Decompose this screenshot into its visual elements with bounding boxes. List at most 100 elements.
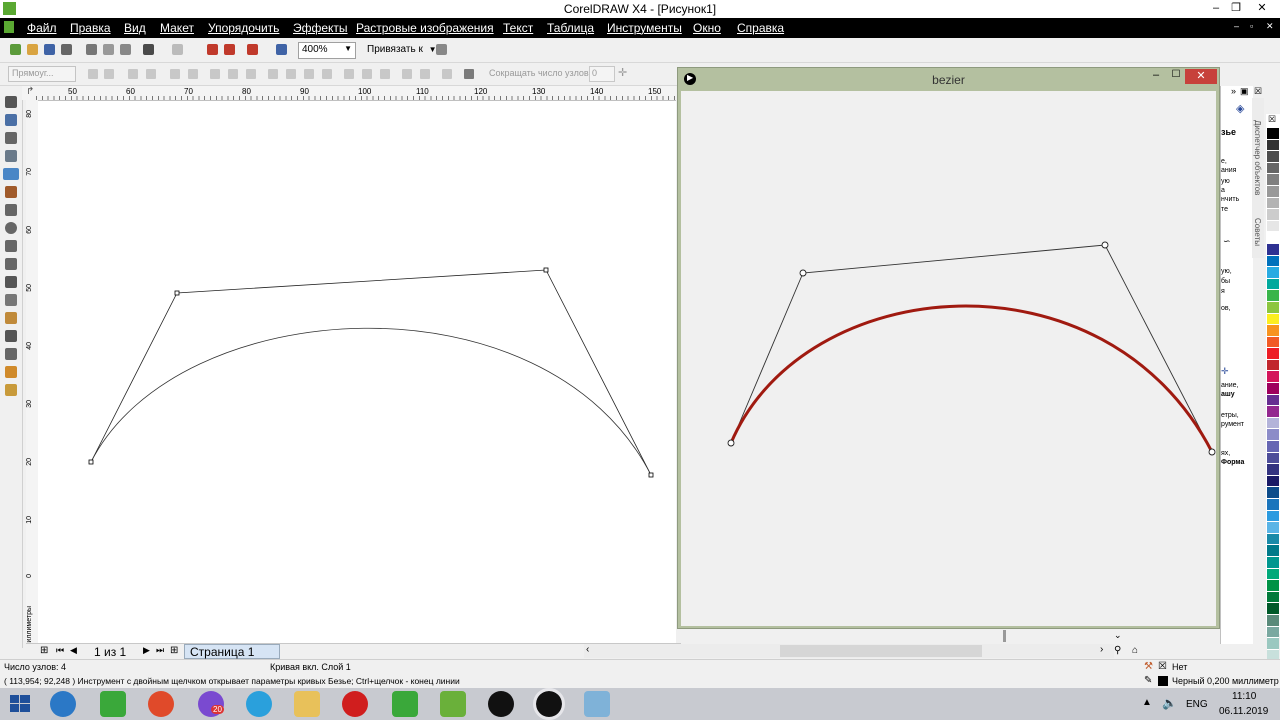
tray-arrow-icon[interactable]: ▲ [1142, 697, 1152, 708]
open-icon[interactable] [27, 44, 38, 55]
utorrent-icon[interactable] [392, 691, 418, 717]
color-swatch[interactable] [1267, 325, 1279, 337]
bezier-close-button[interactable]: ✕ [1185, 69, 1217, 84]
clock-time[interactable]: 11:10 [1232, 691, 1256, 702]
scroll-left-icon[interactable]: ‹ [586, 644, 589, 655]
viber-icon[interactable]: 20 [198, 691, 224, 717]
bezier-canvas[interactable] [681, 91, 1216, 626]
color-swatch[interactable] [1267, 359, 1279, 372]
new-icon[interactable] [10, 44, 21, 55]
undo-icon[interactable] [143, 44, 154, 55]
bezier-control-point[interactable] [1208, 448, 1216, 456]
last-page-icon[interactable]: ⏭ [156, 645, 164, 656]
save-icon[interactable] [44, 44, 55, 55]
opera-icon[interactable] [342, 691, 368, 717]
color-swatch[interactable] [1267, 220, 1279, 233]
tab-object-manager[interactable]: Диспетчер объектов [1253, 120, 1262, 195]
shape-tool-icon[interactable] [5, 114, 17, 126]
cusp-node-icon[interactable] [210, 69, 220, 79]
volume-icon[interactable]: 🔈 [1162, 696, 1177, 710]
docker-expand-icon[interactable]: » [1231, 86, 1236, 96]
ellipse-tool-icon[interactable] [5, 222, 17, 234]
rotate-nodes-icon[interactable] [362, 69, 372, 79]
menu-edit[interactable]: Правка [70, 21, 111, 35]
reverse-direction-icon[interactable] [268, 69, 278, 79]
color-swatch[interactable] [1267, 209, 1279, 221]
doc-icon[interactable] [4, 21, 14, 33]
node-handle[interactable] [174, 290, 180, 296]
first-page-icon[interactable]: ⏮ [56, 645, 64, 656]
cut-icon[interactable] [86, 44, 97, 55]
menu-tools[interactable]: Инструменты [607, 21, 682, 35]
color-swatch[interactable] [1267, 475, 1279, 488]
copy-icon[interactable] [103, 44, 114, 55]
join-nodes-icon[interactable] [128, 69, 138, 79]
export-icon[interactable] [224, 44, 235, 55]
menu-text[interactable]: Текст [503, 21, 533, 35]
crop-tool-icon[interactable] [5, 132, 17, 144]
internet-explorer-icon[interactable] [50, 691, 76, 717]
color-swatch[interactable] [1267, 232, 1279, 244]
color-swatch[interactable] [1267, 313, 1279, 326]
splitter[interactable] [1003, 630, 1006, 642]
color-swatch[interactable] [1267, 626, 1279, 639]
color-swatch[interactable] [1267, 429, 1279, 442]
node-handle[interactable] [88, 459, 94, 465]
menu-file[interactable]: Файл [27, 21, 57, 35]
paste-icon[interactable] [120, 44, 131, 55]
node-handle[interactable] [543, 267, 549, 273]
smooth-node-icon[interactable] [228, 69, 238, 79]
extract-subpath-icon[interactable] [304, 69, 314, 79]
tab-hints[interactable]: Советы [1253, 218, 1262, 246]
page-tab[interactable]: Страница 1 [184, 644, 280, 659]
windows-start-icon[interactable] [10, 695, 30, 713]
color-swatch[interactable] [1267, 197, 1279, 210]
add-node-icon[interactable] [88, 69, 98, 79]
color-swatch[interactable] [1267, 556, 1279, 569]
elastic-mode-icon[interactable] [442, 69, 452, 79]
color-swatch[interactable] [1267, 336, 1279, 349]
select-all-nodes-icon[interactable] [464, 69, 474, 79]
color-swatch[interactable] [1267, 290, 1279, 302]
color-swatch[interactable] [1267, 545, 1279, 557]
color-swatch[interactable] [1267, 348, 1279, 360]
color-swatch[interactable] [1267, 417, 1279, 430]
node-handle[interactable] [648, 472, 654, 478]
zoom-select[interactable]: 400% ▼ [298, 42, 356, 59]
import-icon[interactable] [207, 44, 218, 55]
options-icon[interactable] [436, 44, 447, 55]
doc-close-icon[interactable]: ✕ [1266, 21, 1274, 32]
bezier-control-point[interactable] [727, 439, 735, 447]
snap-to-dropdown[interactable]: Привязать к ▼ [367, 44, 437, 55]
color-swatch[interactable] [1267, 568, 1279, 581]
doc-minimize-icon[interactable]: – [1234, 21, 1239, 31]
zoom-tool-icon[interactable] [5, 150, 17, 162]
chrome-icon[interactable] [148, 691, 174, 717]
break-curve-icon[interactable] [146, 69, 156, 79]
docker-minimize-icon[interactable]: ▣ [1240, 86, 1249, 97]
slider-icon[interactable]: ✛ [618, 66, 627, 79]
menu-table[interactable]: Таблица [547, 21, 594, 35]
color-swatch[interactable] [1267, 441, 1279, 453]
delete-node-icon[interactable] [104, 69, 114, 79]
interactive-fill-icon[interactable] [5, 312, 17, 324]
minimize-button[interactable]: – [1206, 0, 1226, 17]
color-swatch[interactable] [1267, 464, 1279, 476]
color-swatch[interactable] [1267, 255, 1279, 268]
language-indicator[interactable]: ENG [1186, 699, 1208, 710]
color-swatch[interactable] [1267, 151, 1279, 163]
color-swatch[interactable] [1267, 533, 1279, 546]
color-swatch[interactable] [1267, 522, 1279, 534]
color-swatch[interactable] [1267, 487, 1279, 499]
file-explorer-icon[interactable] [294, 691, 320, 717]
align-nodes-icon[interactable] [380, 69, 390, 79]
color-swatch[interactable] [1267, 638, 1279, 650]
ruler-origin[interactable]: ↱ [22, 86, 36, 100]
color-swatch[interactable] [1267, 162, 1279, 175]
coreldraw-taskbar-icon[interactable] [440, 691, 466, 717]
text-tool-icon[interactable] [5, 276, 17, 288]
color-swatch[interactable] [1267, 603, 1279, 615]
color-swatch[interactable] [1267, 452, 1279, 465]
color-swatch[interactable] [1267, 383, 1279, 395]
add-page-after-icon[interactable]: ⊞ [170, 645, 178, 656]
